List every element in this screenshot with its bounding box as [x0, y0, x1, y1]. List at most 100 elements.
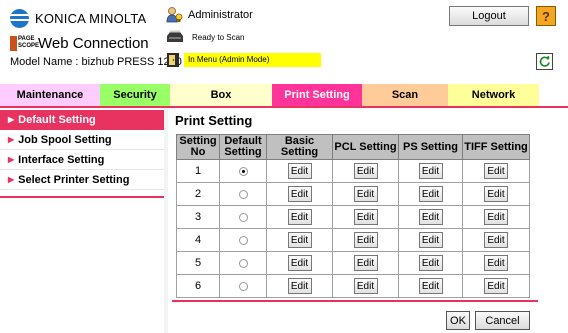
ps-edit-button[interactable]: Edit: [418, 186, 443, 202]
tab-print-setting[interactable]: Print Setting: [272, 84, 362, 106]
pcl-edit-button[interactable]: Edit: [353, 232, 378, 248]
pcl-edit-button[interactable]: Edit: [353, 278, 378, 294]
sidebar-item-job-spool-setting[interactable]: ▶ Job Spool Setting: [0, 130, 164, 150]
ps-setting-cell: Edit: [398, 228, 463, 252]
tiff-edit-button[interactable]: Edit: [484, 163, 508, 179]
sidebar-divider: [0, 196, 164, 198]
column-header-pcl-setting: PCL Setting: [332, 134, 399, 160]
tab-security[interactable]: Security: [100, 84, 170, 106]
sidebar-item-label: Interface Setting: [18, 153, 105, 166]
ps-setting-cell: Edit: [398, 251, 463, 275]
ps-setting-cell: Edit: [398, 274, 463, 298]
pcl-setting-cell: Edit: [332, 159, 399, 183]
default-setting-radio[interactable]: [238, 235, 248, 245]
ps-edit-button[interactable]: Edit: [418, 232, 443, 248]
table-row: 2 Edit Edit Edit Edit: [176, 182, 530, 206]
table-header-row: Setting No Default Setting Basic Setting…: [176, 134, 530, 160]
tiff-edit-button[interactable]: Edit: [484, 232, 508, 248]
ps-edit-button[interactable]: Edit: [418, 163, 443, 179]
basic-setting-cell: Edit: [266, 274, 333, 298]
basic-edit-button[interactable]: Edit: [287, 163, 312, 179]
admin-mode-badge: In Menu (Admin Mode): [184, 53, 321, 67]
basic-setting-cell: Edit: [266, 228, 333, 252]
sidebar-item-label: Select Printer Setting: [18, 173, 130, 186]
status-text: Ready to Scan: [192, 32, 245, 42]
app-name: Web Connection: [38, 34, 149, 52]
basic-setting-cell: Edit: [266, 182, 333, 206]
sidebar-item-select-printer-setting[interactable]: ▶ Select Printer Setting: [0, 170, 164, 190]
basic-setting-cell: Edit: [266, 205, 333, 229]
tab-scan[interactable]: Scan: [362, 84, 448, 106]
user-indicator: Administrator: [166, 6, 253, 23]
default-setting-cell: [219, 159, 267, 183]
ps-setting-cell: Edit: [398, 205, 463, 229]
tiff-edit-button[interactable]: Edit: [484, 278, 508, 294]
page-title: Print Setting: [175, 113, 253, 128]
table-row: 4 Edit Edit Edit Edit: [176, 228, 530, 252]
cancel-button[interactable]: Cancel: [475, 311, 530, 330]
sidebar-item-default-setting[interactable]: ▶ Default Setting: [0, 110, 164, 130]
basic-edit-button[interactable]: Edit: [287, 255, 312, 271]
basic-edit-button[interactable]: Edit: [287, 232, 312, 248]
tab-filler: [539, 84, 568, 106]
pcl-edit-button[interactable]: Edit: [353, 209, 378, 225]
tiff-setting-cell: Edit: [462, 228, 530, 252]
pcl-edit-button[interactable]: Edit: [353, 255, 378, 271]
help-button[interactable]: ?: [536, 6, 556, 26]
basic-edit-button[interactable]: Edit: [287, 186, 312, 202]
refresh-button[interactable]: [536, 53, 553, 70]
pagescope-icon: PAGE SCOPE: [10, 35, 39, 51]
tiff-setting-cell: Edit: [462, 274, 530, 298]
default-setting-cell: [219, 182, 267, 206]
tab-network[interactable]: Network: [448, 84, 539, 106]
print-setting-table: Setting No Default Setting Basic Setting…: [176, 134, 530, 298]
default-setting-radio[interactable]: [238, 166, 248, 176]
arrow-right-icon: ▶: [8, 155, 15, 164]
setting-no-cell: 1: [176, 159, 220, 183]
default-setting-radio[interactable]: [238, 281, 248, 291]
default-setting-cell: [219, 251, 267, 275]
tiff-edit-button[interactable]: Edit: [484, 255, 508, 271]
pcl-edit-button[interactable]: Edit: [353, 163, 378, 179]
default-setting-radio[interactable]: [238, 258, 248, 268]
arrow-right-icon: ▶: [8, 175, 15, 184]
basic-edit-button[interactable]: Edit: [287, 209, 312, 225]
sidebar-item-interface-setting[interactable]: ▶ Interface Setting: [0, 150, 164, 170]
pcl-setting-cell: Edit: [332, 274, 399, 298]
tab-box[interactable]: Box: [170, 84, 272, 106]
default-setting-cell: [219, 228, 267, 252]
konica-minolta-logo: KONICA MINOLTA: [10, 7, 146, 29]
ok-button[interactable]: OK: [446, 311, 470, 330]
default-setting-radio[interactable]: [238, 189, 248, 199]
main-tab-bar: Maintenance Security Box Print Setting S…: [0, 84, 568, 106]
refresh-icon: [539, 55, 550, 67]
konica-minolta-logo-icon: [10, 8, 29, 28]
ps-setting-cell: Edit: [398, 159, 463, 183]
arrow-right-icon: ▶: [8, 135, 15, 144]
setting-no-cell: 6: [176, 274, 220, 298]
web-connection-logo: PAGE SCOPE Web Connection: [10, 34, 149, 52]
ps-edit-button[interactable]: Edit: [418, 278, 443, 294]
tiff-edit-button[interactable]: Edit: [484, 186, 508, 202]
tab-maintenance[interactable]: Maintenance: [0, 84, 100, 106]
ps-setting-cell: Edit: [398, 182, 463, 206]
ps-edit-button[interactable]: Edit: [418, 209, 443, 225]
table-row: 1 Edit Edit Edit Edit: [176, 159, 530, 183]
ps-edit-button[interactable]: Edit: [418, 255, 443, 271]
default-setting-radio[interactable]: [238, 212, 248, 222]
pcl-setting-cell: Edit: [332, 205, 399, 229]
pcl-setting-cell: Edit: [332, 228, 399, 252]
setting-no-cell: 4: [176, 228, 220, 252]
column-header-setting-no: Setting No: [176, 134, 220, 160]
default-setting-cell: [219, 274, 267, 298]
printer-status-icon: [167, 30, 183, 42]
logout-button[interactable]: Logout: [449, 6, 529, 26]
column-header-tiff-setting: TIFF Setting: [462, 134, 530, 160]
basic-setting-cell: Edit: [266, 251, 333, 275]
user-name: Administrator: [188, 8, 253, 21]
tiff-edit-button[interactable]: Edit: [484, 209, 508, 225]
sidebar: ▶ Default Setting ▶ Job Spool Setting ▶ …: [0, 110, 164, 198]
setting-no-cell: 3: [176, 205, 220, 229]
pcl-edit-button[interactable]: Edit: [353, 186, 378, 202]
basic-edit-button[interactable]: Edit: [287, 278, 312, 294]
